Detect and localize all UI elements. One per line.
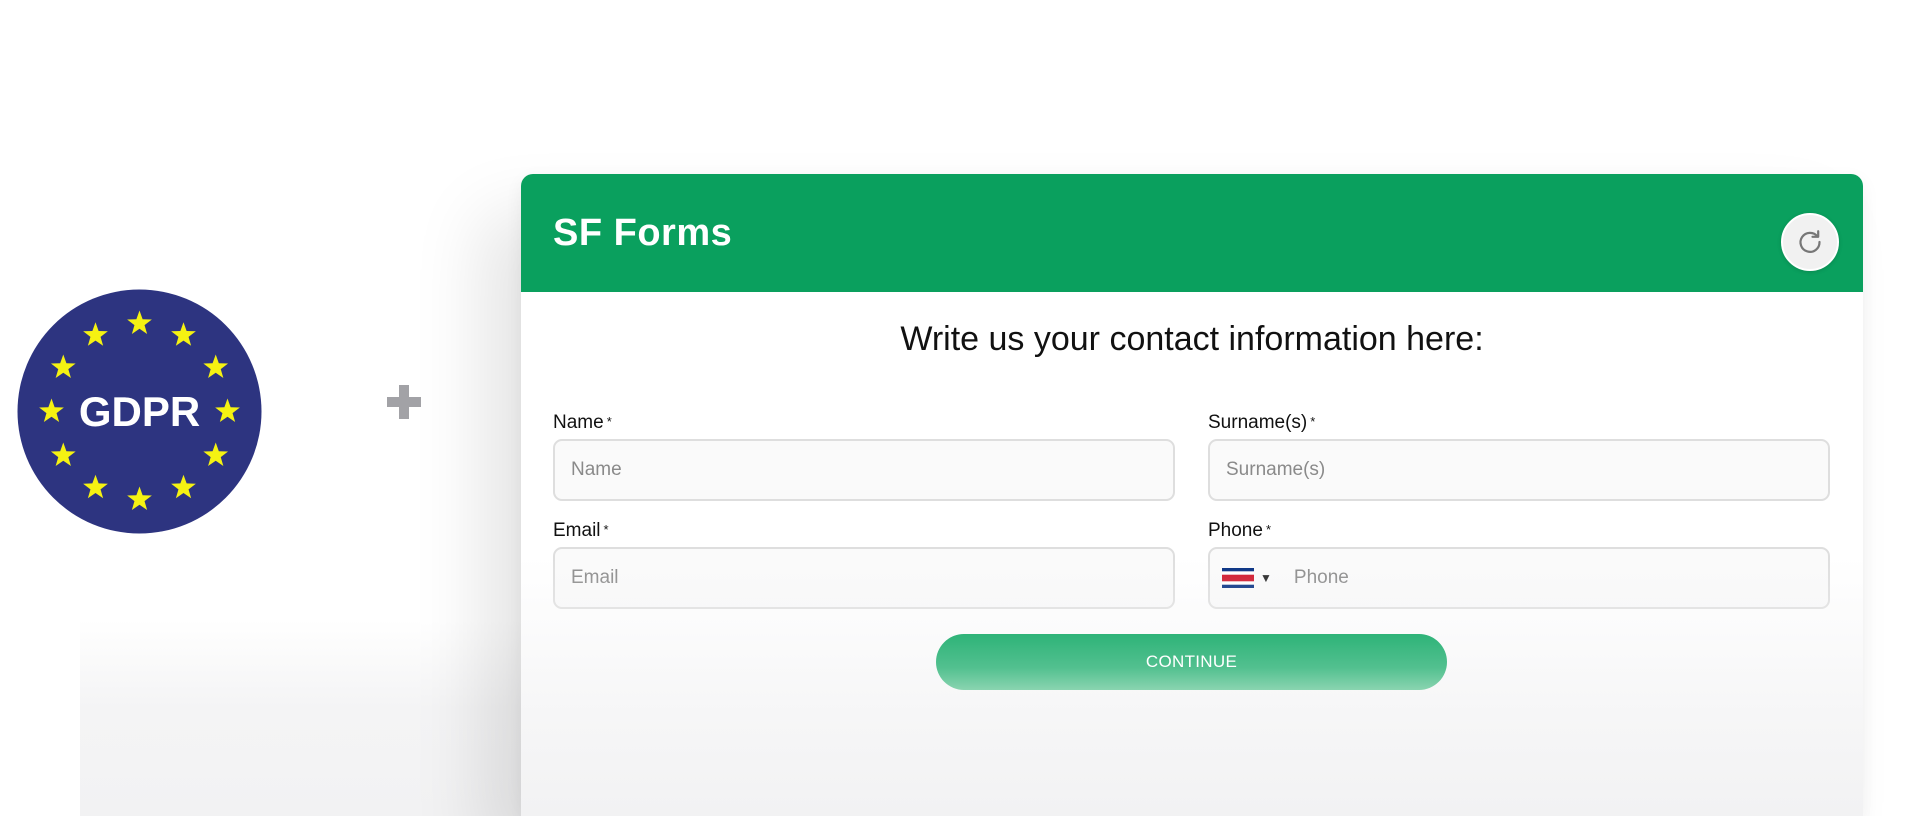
continue-button[interactable]: CONTINUE	[936, 634, 1447, 690]
phone-input[interactable]	[1271, 549, 1828, 607]
country-code-select[interactable]: ▼	[1210, 549, 1272, 607]
phone-field: ▼	[1208, 547, 1830, 609]
form-header: SF Forms	[521, 174, 1863, 292]
gdpr-badge: GDPR	[17, 289, 262, 534]
name-label: Name *	[553, 412, 612, 434]
required-marker: *	[603, 522, 609, 537]
gdpr-badge-text: GDPR	[79, 388, 200, 435]
phone-label-text: Phone	[1208, 520, 1263, 541]
form-card: SF Forms Write us your contact informati…	[521, 174, 1863, 816]
email-label-text: Email	[553, 520, 601, 541]
surname-label: Surname(s) *	[1208, 412, 1315, 434]
form-heading: Write us your contact information here:	[900, 320, 1484, 358]
email-input[interactable]	[555, 549, 1173, 607]
name-label-text: Name	[553, 412, 604, 433]
required-marker: *	[606, 414, 612, 429]
costa-rica-flag-icon	[1222, 568, 1254, 588]
surname-field	[1208, 439, 1830, 501]
refresh-button[interactable]	[1781, 213, 1839, 271]
surname-label-text: Surname(s)	[1208, 412, 1308, 433]
email-label: Email *	[553, 520, 609, 542]
required-marker: *	[1310, 414, 1316, 429]
chevron-down-icon: ▼	[1260, 571, 1272, 585]
name-input[interactable]	[555, 441, 1173, 499]
phone-label: Phone *	[1208, 520, 1271, 542]
plus-icon	[384, 382, 424, 422]
name-field	[553, 439, 1175, 501]
required-marker: *	[1265, 522, 1272, 537]
surname-input[interactable]	[1210, 441, 1828, 499]
email-field	[553, 547, 1175, 609]
app-title: SF Forms	[553, 212, 733, 254]
refresh-icon	[1799, 230, 1821, 253]
